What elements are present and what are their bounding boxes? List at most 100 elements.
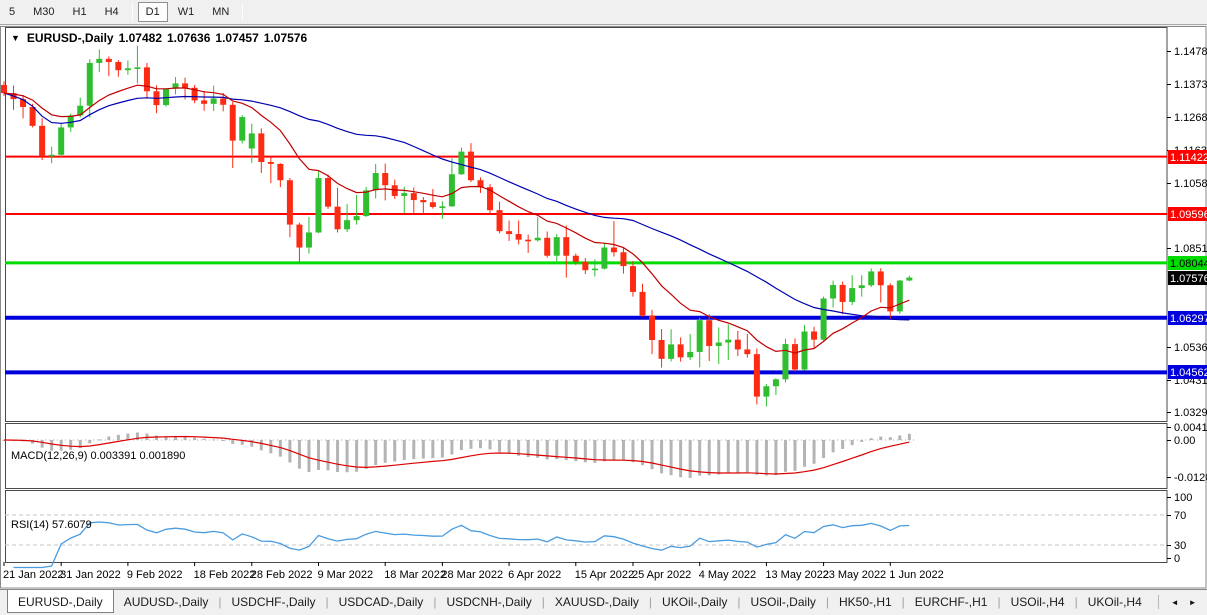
candle-body	[211, 98, 217, 103]
macd-histogram-bar	[260, 440, 263, 450]
macd-histogram-bar	[212, 439, 215, 440]
tab-scroll-left-icon[interactable]: ◄	[1171, 598, 1179, 607]
timeframe-button-h1[interactable]: H1	[65, 2, 95, 22]
macd-histogram-bar	[498, 440, 501, 452]
macd-histogram-bar	[346, 440, 349, 472]
macd-histogram-bar	[41, 440, 44, 448]
chart-menu-icon[interactable]: ▼	[11, 33, 20, 43]
price-axis-label: 1.12680	[1174, 112, 1207, 124]
candle-body	[735, 340, 741, 350]
timeframe-button-h4[interactable]: H4	[97, 2, 127, 22]
candle-body	[449, 174, 455, 206]
macd-histogram-bar	[879, 437, 882, 440]
macd-indicator-label: MACD(12,26,9) 0.003391 0.001890	[11, 450, 185, 462]
tab-eurchf-h1[interactable]: EURCHF-,H1	[905, 591, 998, 612]
timeframe-button-d1[interactable]: D1	[138, 2, 168, 22]
candle-body	[363, 190, 369, 216]
date-axis-label: 13 May 2022	[765, 569, 829, 581]
macd-histogram-bar	[222, 440, 225, 441]
date-axis-label: 31 Jan 2022	[60, 569, 121, 581]
timeframe-button-5[interactable]: 5	[1, 2, 23, 22]
timeframe-button-w1[interactable]: W1	[170, 2, 203, 22]
candle-body	[420, 200, 426, 202]
candle-body	[411, 193, 417, 200]
rsi-panel[interactable]	[6, 491, 1168, 563]
macd-histogram-bar	[689, 440, 692, 478]
bar-open-value: 1.07482	[119, 31, 162, 45]
level-price-tag-label: 1.09596	[1170, 209, 1207, 221]
tab-ukoil-h4[interactable]: UKOil-,H4	[1078, 591, 1152, 612]
macd-histogram-bar	[870, 438, 873, 440]
main-price-panel[interactable]	[6, 28, 1168, 422]
date-axis-label: 9 Mar 2022	[317, 569, 373, 581]
tab-scroll-right-icon[interactable]: ►	[1189, 598, 1197, 607]
candle-body	[506, 231, 512, 234]
macd-histogram-bar	[793, 440, 796, 471]
tab-usoil-daily[interactable]: USOil-,Daily	[741, 591, 826, 612]
macd-histogram-bar	[908, 434, 911, 440]
macd-histogram-bar	[231, 440, 234, 444]
candle-body	[830, 285, 836, 299]
candle-body	[640, 292, 646, 316]
candle-body	[115, 62, 121, 70]
macd-histogram-bar	[489, 440, 492, 449]
macd-histogram-bar	[698, 440, 701, 476]
rsi-axis-label: 0	[1174, 553, 1180, 565]
chart-window: ▼ EURUSD-,Daily 1.07482 1.07636 1.07457 …	[0, 26, 1207, 589]
macd-histogram-bar	[660, 440, 663, 473]
macd-histogram-bar	[98, 439, 101, 440]
candle-body	[335, 207, 341, 230]
candle-body	[306, 232, 312, 247]
tab-eurusd-daily[interactable]: EURUSD-,Daily	[7, 590, 114, 613]
toolbar-separator	[132, 4, 133, 20]
candle-body	[182, 83, 188, 87]
macd-histogram-bar	[317, 440, 320, 470]
candle-body	[134, 67, 140, 69]
candle-body	[620, 252, 626, 266]
macd-histogram-bar	[851, 440, 854, 445]
candle-body	[582, 262, 588, 270]
candle-body	[344, 220, 350, 229]
timeframe-toolbar: 5M30H1H4 D1W1MN	[0, 0, 1207, 25]
candle-body	[849, 288, 855, 302]
price-chart-canvas[interactable]: 1.147801.137301.126801.116301.105801.085…	[0, 26, 1207, 589]
tab-usoil-h4[interactable]: USOil-,H4	[1001, 591, 1075, 612]
tab-hk50-h1[interactable]: HK50-,H1	[829, 591, 902, 612]
level-price-tag-label: 1.06297	[1170, 313, 1207, 325]
tab-usdcad-daily[interactable]: USDCAD-,Daily	[329, 591, 434, 612]
date-axis-label: 9 Feb 2022	[127, 569, 183, 581]
candle-body	[554, 237, 560, 256]
macd-histogram-bar	[708, 440, 711, 475]
price-axis-label: 1.03290	[1174, 407, 1207, 419]
candle-body	[392, 185, 398, 196]
macd-histogram-bar	[746, 440, 749, 472]
timeframe-button-m30[interactable]: M30	[25, 2, 62, 22]
macd-histogram-bar	[717, 440, 720, 475]
macd-histogram-bar	[832, 440, 835, 452]
tab-ukoil-daily[interactable]: UKOil-,Daily	[652, 591, 737, 612]
tabbar-separator	[1158, 595, 1159, 609]
candle-body	[544, 238, 550, 256]
rsi-value: 57.6079	[52, 519, 92, 531]
date-axis-label: 18 Feb 2022	[194, 569, 256, 581]
tab-usdcnh-daily[interactable]: USDCNH-,Daily	[436, 591, 541, 612]
candle-body	[687, 352, 693, 357]
tab-usdchf-daily[interactable]: USDCHF-,Daily	[222, 591, 326, 612]
macd-histogram-bar	[412, 440, 415, 459]
macd-axis-label: -0.012093	[1174, 472, 1207, 484]
candle-body	[325, 178, 331, 207]
timeframe-button-mn[interactable]: MN	[204, 2, 237, 22]
macd-histogram-bar	[508, 440, 511, 454]
candle-body	[239, 117, 245, 141]
candle-body	[277, 164, 283, 180]
candle-body	[706, 320, 712, 346]
macd-histogram-bar	[327, 440, 330, 470]
tab-audusd-daily[interactable]: AUDUSD-,Daily	[114, 591, 219, 612]
macd-histogram-bar	[393, 440, 396, 462]
macd-histogram-bar	[193, 437, 196, 440]
candle-body	[96, 59, 102, 63]
candle-body	[678, 344, 684, 357]
macd-histogram-bar	[670, 440, 673, 475]
candle-body	[754, 354, 760, 396]
tab-xauusd-daily[interactable]: XAUUSD-,Daily	[545, 591, 649, 612]
